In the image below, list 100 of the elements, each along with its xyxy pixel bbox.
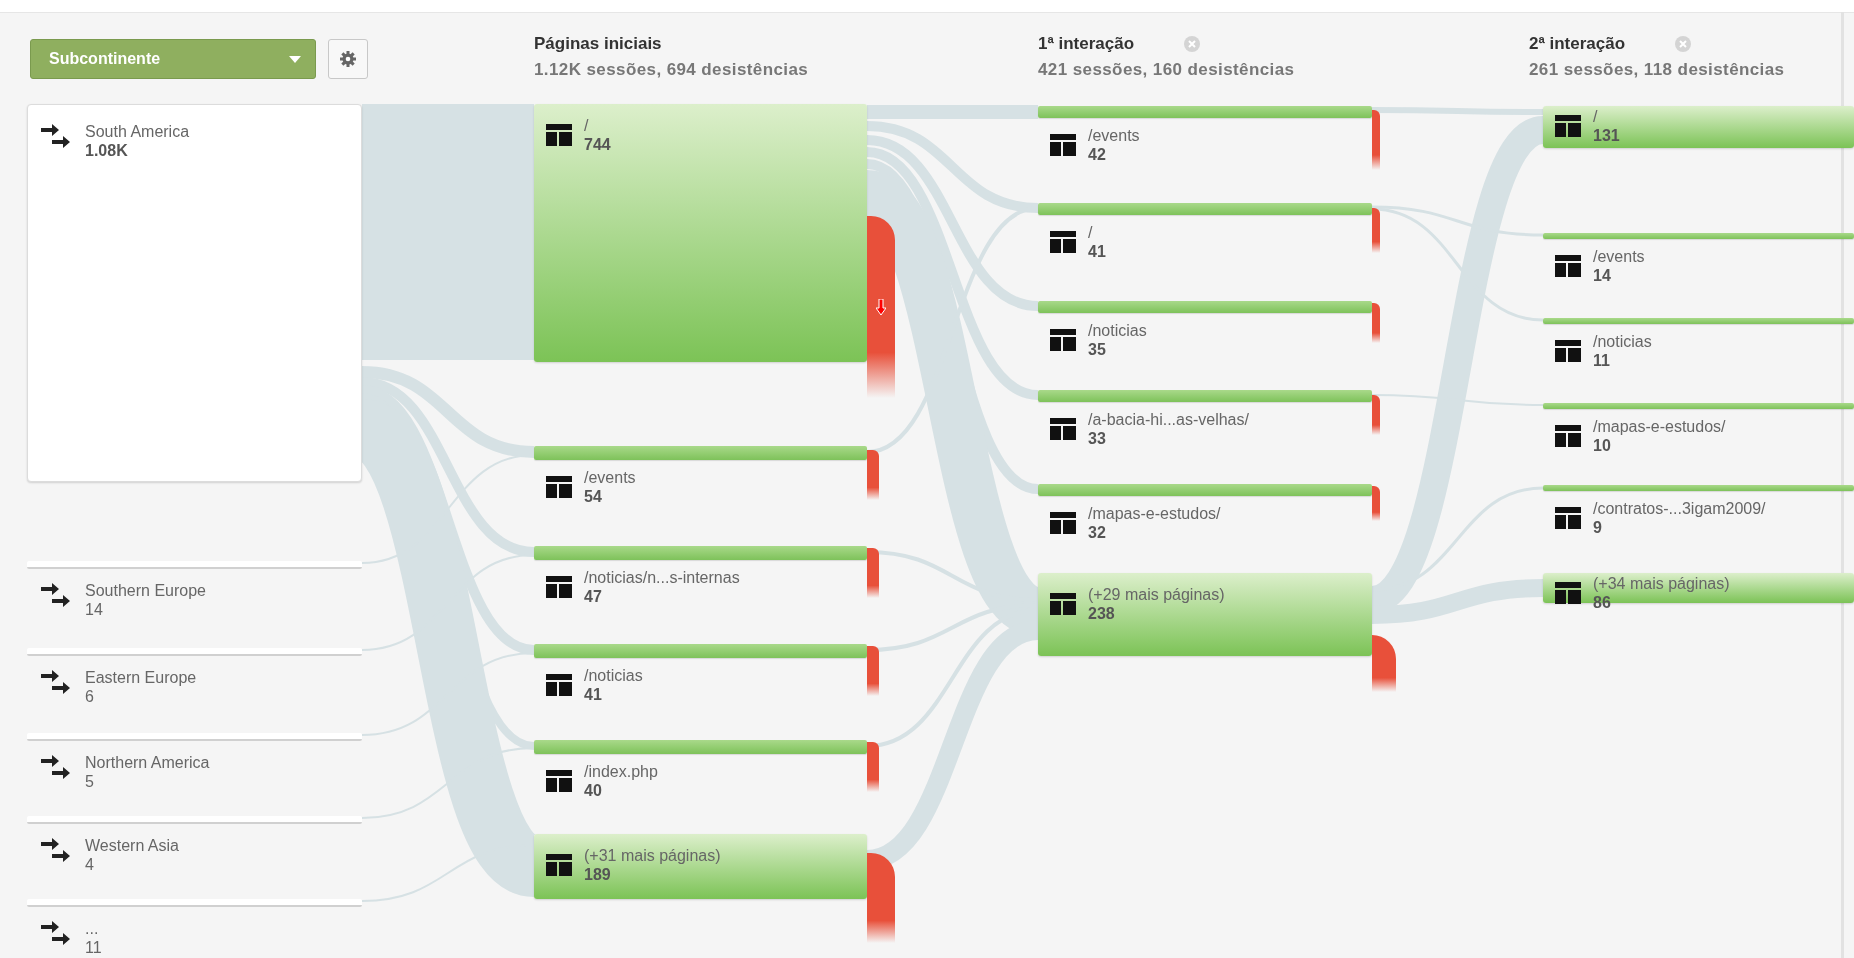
double-arrow-icon: [41, 122, 71, 150]
page-path: /mapas-e-estudos/: [1593, 417, 1726, 436]
session-count: 11: [1593, 351, 1610, 370]
page-bar[interactable]: [1543, 403, 1854, 409]
double-arrow-icon: [41, 836, 71, 864]
dimension-dropdown[interactable]: Subcontinente: [30, 39, 316, 79]
drop-off-bar[interactable]: [867, 216, 895, 398]
page-bar[interactable]: [1543, 318, 1854, 324]
session-count: 33: [1088, 429, 1106, 448]
source-name: Western Asia: [85, 836, 179, 855]
session-count: 189: [584, 865, 611, 884]
session-count: 54: [584, 487, 602, 506]
step-title: 2ª interação: [1529, 34, 1626, 54]
page-layout-icon: [1050, 593, 1076, 615]
page-path: (+29 mais páginas): [1088, 585, 1225, 604]
down-arrow-icon: [876, 299, 886, 315]
page-layout-icon: [546, 854, 572, 876]
session-count: 41: [584, 685, 602, 704]
page-path: /a-bacia-hi...as-velhas/: [1088, 410, 1249, 429]
page-node[interactable]: [1543, 106, 1854, 148]
page-bar[interactable]: [1543, 485, 1854, 491]
source-bar[interactable]: [27, 899, 362, 907]
drop-off-bar[interactable]: [867, 450, 879, 500]
source-bar[interactable]: [27, 816, 362, 824]
page-path: /events: [584, 468, 636, 487]
page-layout-icon: [1555, 507, 1581, 529]
drop-off-bar[interactable]: [1372, 303, 1380, 343]
page-path: /noticias: [584, 666, 643, 685]
session-count: 4: [85, 855, 94, 874]
source-node[interactable]: [27, 104, 362, 482]
session-count: 42: [1088, 145, 1106, 164]
step-title: 1ª interação: [1038, 34, 1135, 54]
step-summary: 421 sessões, 160 desistências: [1038, 60, 1295, 80]
double-arrow-icon: [41, 753, 71, 781]
session-count: 1.08K: [85, 141, 128, 160]
page-bar[interactable]: [534, 546, 867, 560]
page-path: (+31 mais páginas): [584, 846, 721, 865]
page-bar[interactable]: [1543, 233, 1854, 239]
page-bar[interactable]: [1038, 390, 1372, 402]
page-path: /events: [1593, 247, 1645, 266]
source-bar[interactable]: [27, 561, 362, 569]
drop-off-bar[interactable]: [867, 853, 895, 943]
step-summary: 261 sessões, 118 desistências: [1529, 60, 1785, 80]
double-arrow-icon: [41, 919, 71, 947]
step-title: Páginas iniciais: [534, 34, 662, 54]
session-count: 32: [1088, 523, 1106, 542]
page-node[interactable]: [1038, 573, 1372, 656]
page-layout-icon: [1050, 329, 1076, 351]
drop-off-bar[interactable]: [1372, 395, 1380, 435]
page-layout-icon: [546, 770, 572, 792]
page-path: /events: [1088, 126, 1140, 145]
session-count: 41: [1088, 242, 1106, 261]
source-bar[interactable]: [27, 733, 362, 741]
page-bar[interactable]: [1038, 203, 1372, 215]
page-path: /index.php: [584, 762, 658, 781]
drop-off-bar[interactable]: [867, 646, 879, 696]
close-icon[interactable]: [1675, 36, 1692, 52]
page-node[interactable]: [534, 104, 867, 362]
page-bar[interactable]: [1038, 106, 1372, 118]
page-bar[interactable]: [534, 446, 867, 460]
session-count: 47: [584, 587, 602, 606]
page-layout-icon: [1050, 418, 1076, 440]
double-arrow-icon: [41, 668, 71, 696]
page-path: /: [1088, 223, 1093, 242]
session-count: 744: [584, 135, 611, 154]
page-layout-icon: [1555, 115, 1581, 137]
close-icon[interactable]: [1184, 36, 1201, 52]
page-path: /mapas-e-estudos/: [1088, 504, 1221, 523]
double-arrow-icon: [41, 581, 71, 609]
session-count: 11: [85, 938, 102, 957]
page-layout-icon: [1555, 255, 1581, 277]
source-name: Southern Europe: [85, 581, 206, 600]
drop-off-bar[interactable]: [1372, 486, 1380, 521]
page-path: /contratos-...3igam2009/: [1593, 499, 1766, 518]
page-layout-icon: [546, 674, 572, 696]
page-layout-icon: [546, 576, 572, 598]
page-path: /noticias: [1088, 321, 1147, 340]
page-layout-icon: [1050, 231, 1076, 253]
source-name: Northern America: [85, 753, 210, 772]
settings-button[interactable]: [328, 39, 368, 79]
drop-off-bar[interactable]: [867, 742, 879, 792]
source-name: South America: [85, 122, 190, 141]
page-bar[interactable]: [1038, 484, 1372, 496]
page-node[interactable]: [534, 834, 867, 899]
drop-off-bar[interactable]: [1372, 208, 1380, 253]
session-count: 238: [1088, 604, 1115, 623]
page-path: /noticias: [1593, 332, 1652, 351]
session-count: 35: [1088, 340, 1106, 359]
source-bar[interactable]: [27, 648, 362, 656]
drop-off-bar[interactable]: [1372, 635, 1396, 692]
drop-off-bar[interactable]: [867, 548, 879, 598]
page-layout-icon: [1050, 512, 1076, 534]
session-count: 6: [85, 687, 94, 706]
drop-off-bar[interactable]: [1372, 110, 1380, 170]
session-count: 14: [85, 600, 103, 619]
session-count: 86: [1593, 593, 1611, 612]
page-layout-icon: [1555, 582, 1581, 604]
caret-icon: [289, 55, 301, 63]
gear-icon: [339, 50, 357, 68]
step-summary: 1.12K sessões, 694 desistências: [534, 60, 809, 80]
